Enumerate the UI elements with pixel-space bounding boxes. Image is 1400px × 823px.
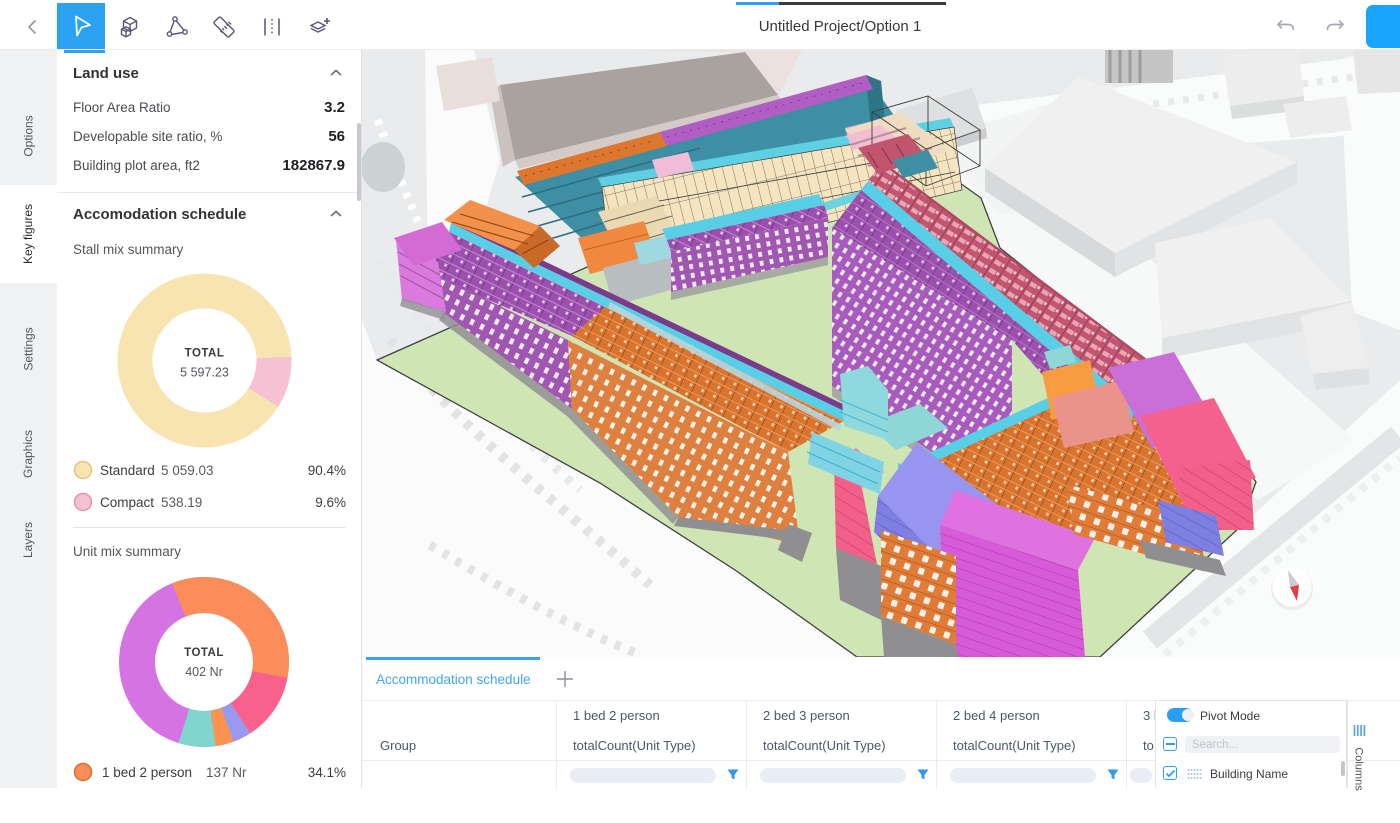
svg-text:90.4%: 90.4% — [308, 463, 346, 478]
svg-text:TOTAL: TOTAL — [184, 647, 224, 659]
svg-text:402 Nr: 402 Nr — [185, 665, 223, 679]
svg-text:9.6%: 9.6% — [315, 495, 346, 510]
svg-text:Compact: Compact — [100, 495, 154, 510]
svg-text:34.1%: 34.1% — [308, 765, 346, 780]
svg-text:1 bed 2 person: 1 bed 2 person — [102, 765, 192, 780]
svg-text:Standard: Standard — [100, 463, 155, 478]
svg-text:137 Nr: 137 Nr — [206, 765, 247, 780]
svg-text:5 059.03: 5 059.03 — [161, 463, 214, 478]
svg-text:5 597.23: 5 597.23 — [180, 366, 229, 380]
svg-text:538.19: 538.19 — [161, 495, 202, 510]
svg-text:TOTAL: TOTAL — [185, 348, 225, 360]
